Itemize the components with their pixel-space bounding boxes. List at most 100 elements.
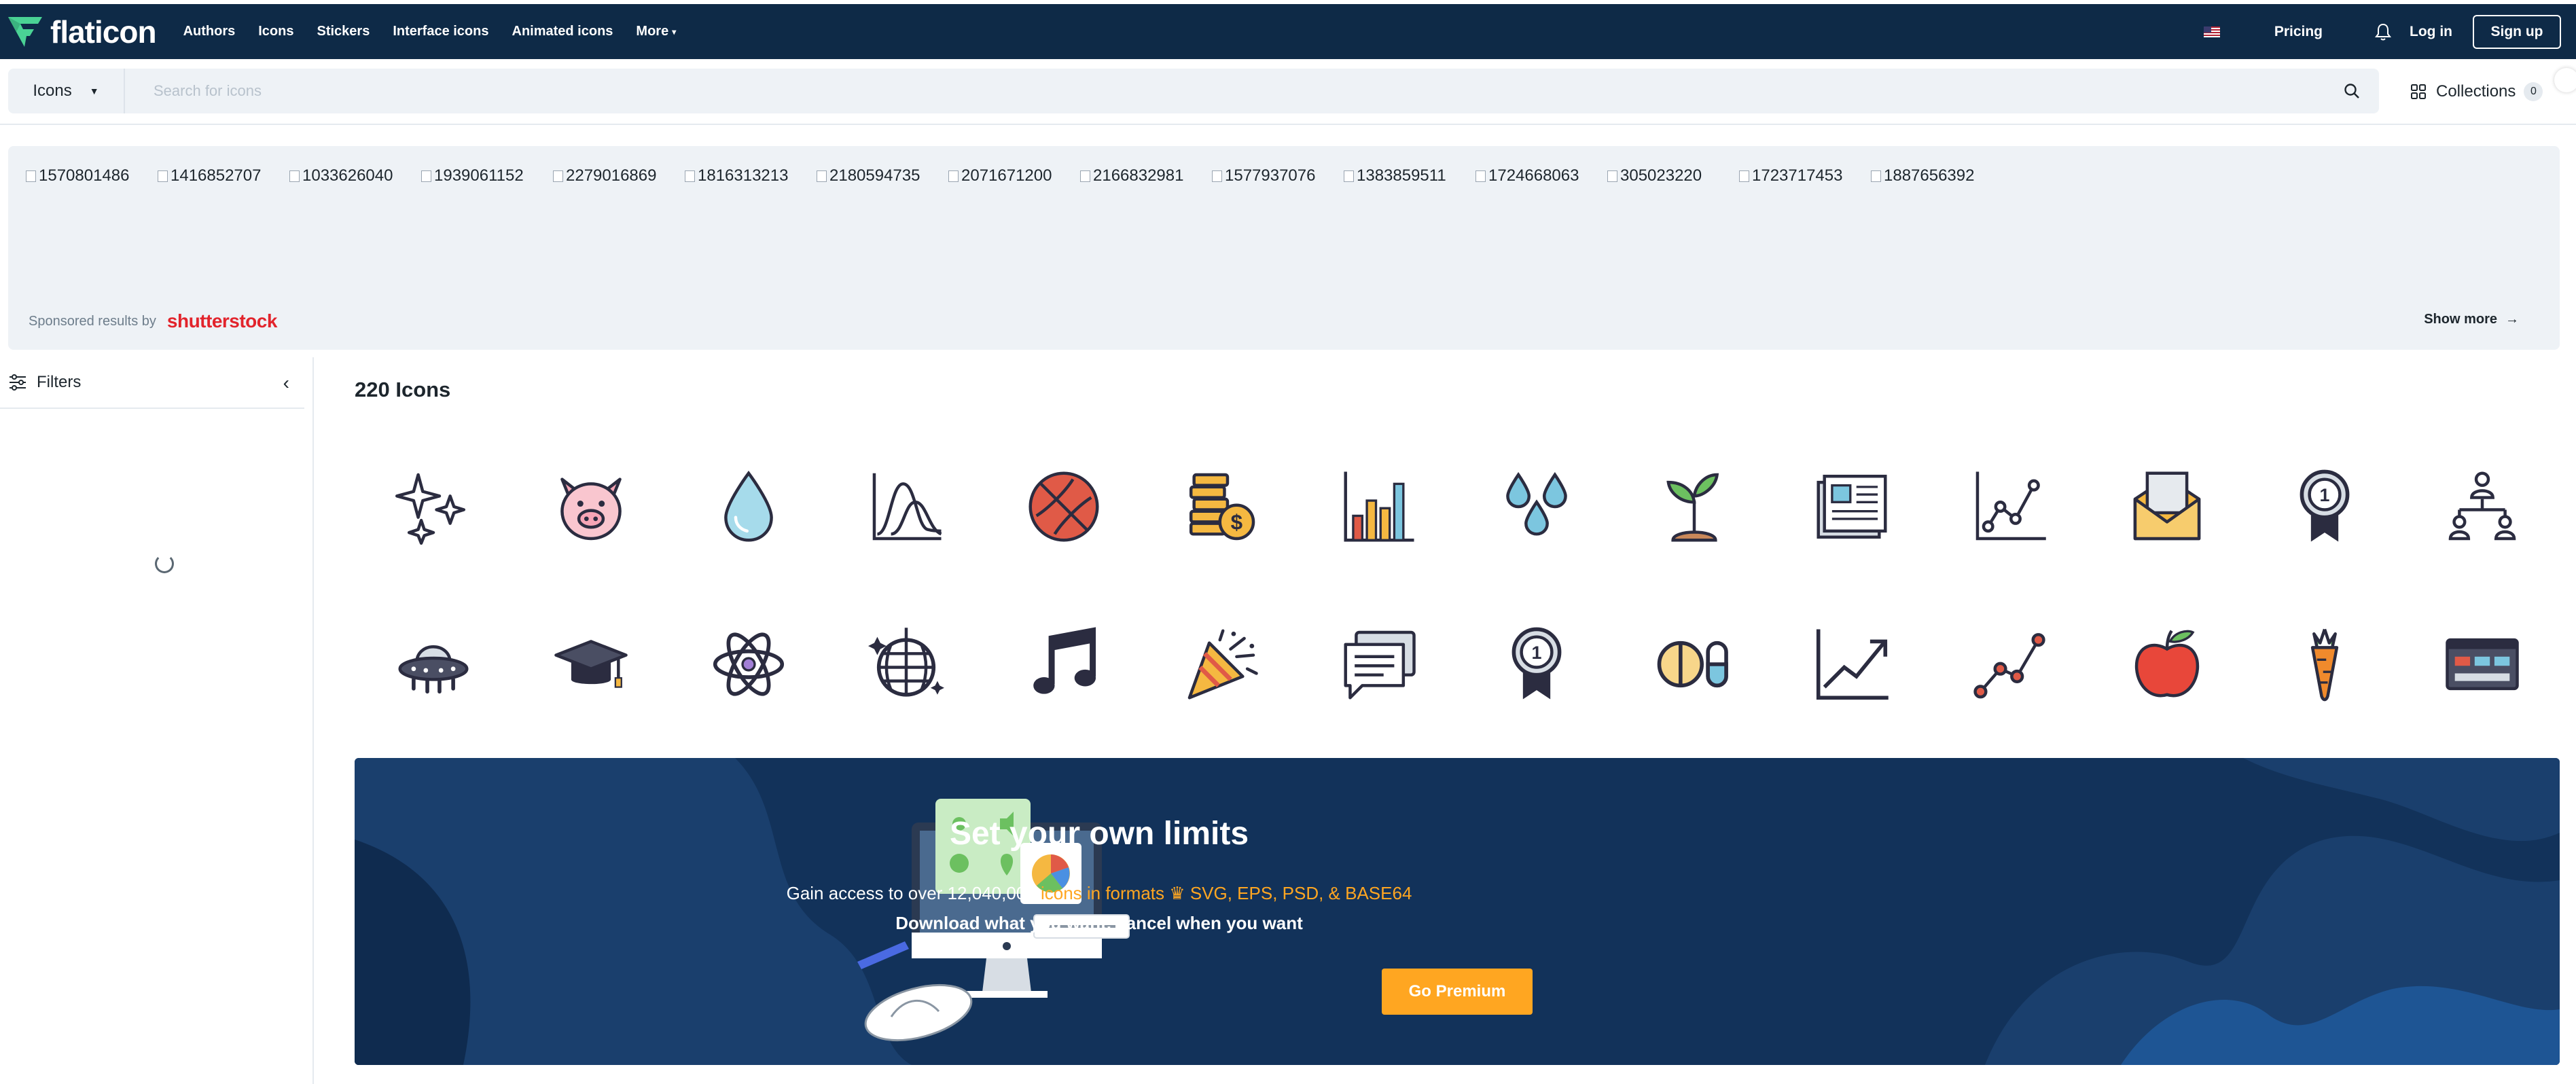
sponsored-image-alt: 1570801486 <box>39 166 130 185</box>
icon-result[interactable] <box>2088 585 2246 743</box>
icon-result[interactable] <box>2403 428 2561 585</box>
sponsored-image[interactable]: 1816313213 <box>685 166 817 185</box>
go-premium-button[interactable]: Go Premium <box>1382 969 1533 1015</box>
sponsored-by: Sponsored results by shutterstock <box>29 310 277 332</box>
results-count-title: 220 Icons <box>355 378 451 401</box>
sponsored-image-alt: 1577937076 <box>1225 166 1316 185</box>
icon-result[interactable] <box>1773 428 1931 585</box>
sponsored-image-alt: 1723717453 <box>1752 166 1843 185</box>
sponsored-image[interactable]: 2279016869 <box>553 166 685 185</box>
sponsored-image-alt: 1887656392 <box>1884 166 1975 185</box>
sparkles-icon <box>395 473 466 545</box>
us-flag-icon[interactable] <box>2203 26 2220 37</box>
broken-image-icon <box>1871 170 1881 182</box>
sponsored-image[interactable]: 305023220 <box>1607 166 1739 185</box>
show-more-link[interactable]: Show more → <box>2424 312 2519 327</box>
pricing-link[interactable]: Pricing <box>2274 24 2323 40</box>
icon-result[interactable]: 1 <box>1458 585 1615 743</box>
icon-result[interactable] <box>827 428 985 585</box>
icon-result[interactable] <box>355 585 512 743</box>
premium-banner: Set your own limits Gain access to over … <box>355 758 2560 1065</box>
sponsored-image[interactable]: 1723717453 <box>1739 166 1871 185</box>
newspaper-icon <box>1817 474 1887 539</box>
nav-animated-icons[interactable]: Animated icons <box>512 24 613 39</box>
icon-result[interactable] <box>512 428 670 585</box>
icon-result[interactable] <box>985 428 1143 585</box>
collapse-sidebar-icon[interactable]: ‹ <box>283 372 289 394</box>
search-bar: Icons ▼ <box>8 69 2379 113</box>
sponsored-image[interactable]: 1887656392 <box>1871 166 2003 185</box>
nav-interface-icons[interactable]: Interface icons <box>393 24 488 39</box>
sponsored-image-alt: 1383859511 <box>1357 166 1446 185</box>
chevron-down-icon: ▾ <box>672 26 677 37</box>
broken-image-icon <box>1344 170 1354 182</box>
broken-image-icon <box>1475 170 1486 182</box>
sponsored-image[interactable]: 1939061152 <box>421 166 553 185</box>
icon-result[interactable]: $ <box>1143 428 1300 585</box>
icon-result[interactable] <box>1931 585 2088 743</box>
shutterstock-logo[interactable]: shutterstock <box>167 310 278 332</box>
sponsored-image[interactable]: 2071671200 <box>948 166 1080 185</box>
coins-icon: $ <box>1189 473 1255 541</box>
icon-result[interactable] <box>355 428 512 585</box>
notification-bell-icon[interactable] <box>2373 22 2393 42</box>
icon-result[interactable] <box>1143 585 1300 743</box>
icon-result[interactable] <box>1931 428 2088 585</box>
icon-result[interactable] <box>1458 428 1615 585</box>
banner-subtitle: Gain access to over 12,040,000 icons in … <box>522 883 1677 904</box>
sponsored-image[interactable]: 1724668063 <box>1475 166 1607 185</box>
icon-result[interactable] <box>2088 428 2246 585</box>
login-link[interactable]: Log in <box>2410 24 2452 40</box>
signup-button[interactable]: Sign up <box>2473 14 2561 49</box>
banner-sub-highlight: icons in formats <box>1040 883 1165 903</box>
search-type-select[interactable]: Icons ▼ <box>8 69 125 113</box>
icon-result[interactable] <box>1300 428 1458 585</box>
icon-result[interactable] <box>512 585 670 743</box>
sponsored-image-alt: 2279016869 <box>566 166 657 185</box>
icon-result[interactable] <box>985 585 1143 743</box>
sponsored-image[interactable]: 1033626040 <box>289 166 421 185</box>
icon-result[interactable] <box>1615 585 1773 743</box>
icon-result[interactable] <box>827 585 985 743</box>
data-points-icon <box>1973 633 2045 699</box>
icon-result[interactable] <box>670 428 827 585</box>
drops-icon <box>1506 472 1567 536</box>
envelope-icon <box>2133 471 2201 541</box>
broken-image-icon <box>289 170 300 182</box>
ufo-icon <box>398 645 469 694</box>
filters-header[interactable]: Filters <box>0 357 304 409</box>
grid-icon <box>2411 84 2426 99</box>
icon-result[interactable] <box>1300 585 1458 743</box>
sponsored-image[interactable]: 1383859511 <box>1344 166 1475 185</box>
filters-sidebar: Filters ‹ <box>0 357 314 1084</box>
search-input[interactable] <box>125 69 2325 113</box>
icon-result[interactable] <box>670 585 827 743</box>
filters-label: Filters <box>37 373 82 391</box>
icon-result[interactable] <box>1615 428 1773 585</box>
nav-right-group: Pricing Log in Sign up <box>2203 4 2561 59</box>
sponsored-image[interactable]: 2166832981 <box>1080 166 1212 185</box>
search-button[interactable] <box>2325 69 2379 113</box>
broken-image-icon <box>421 170 431 182</box>
sponsored-image[interactable]: 1570801486 <box>26 166 158 185</box>
nav-authors[interactable]: Authors <box>183 24 236 39</box>
icon-result[interactable] <box>2403 585 2561 743</box>
sponsored-image[interactable]: 2180594735 <box>817 166 948 185</box>
sponsored-image-alt: 2180594735 <box>829 166 920 185</box>
carrot-icon <box>2310 628 2339 702</box>
icon-result[interactable] <box>1773 585 1931 743</box>
icon-result[interactable] <box>2246 585 2403 743</box>
browser-extension-icon[interactable] <box>2554 68 2576 92</box>
flaticon-logo[interactable]: flaticon <box>7 12 157 52</box>
nav-icons[interactable]: Icons <box>258 24 293 39</box>
nav-stickers[interactable]: Stickers <box>317 24 370 39</box>
collections-button[interactable]: Collections 0 <box>2410 78 2543 105</box>
graduation-cap-icon <box>554 640 628 688</box>
caret-down-icon: ▼ <box>89 86 99 96</box>
sponsored-image[interactable]: 1416852707 <box>158 166 289 185</box>
icon-result[interactable]: 1 <box>2246 428 2403 585</box>
nav-more[interactable]: More ▾ <box>636 24 676 39</box>
sponsored-image[interactable]: 1577937076 <box>1212 166 1344 185</box>
broken-image-icon <box>553 170 563 182</box>
brand-name: flaticon <box>50 14 157 50</box>
